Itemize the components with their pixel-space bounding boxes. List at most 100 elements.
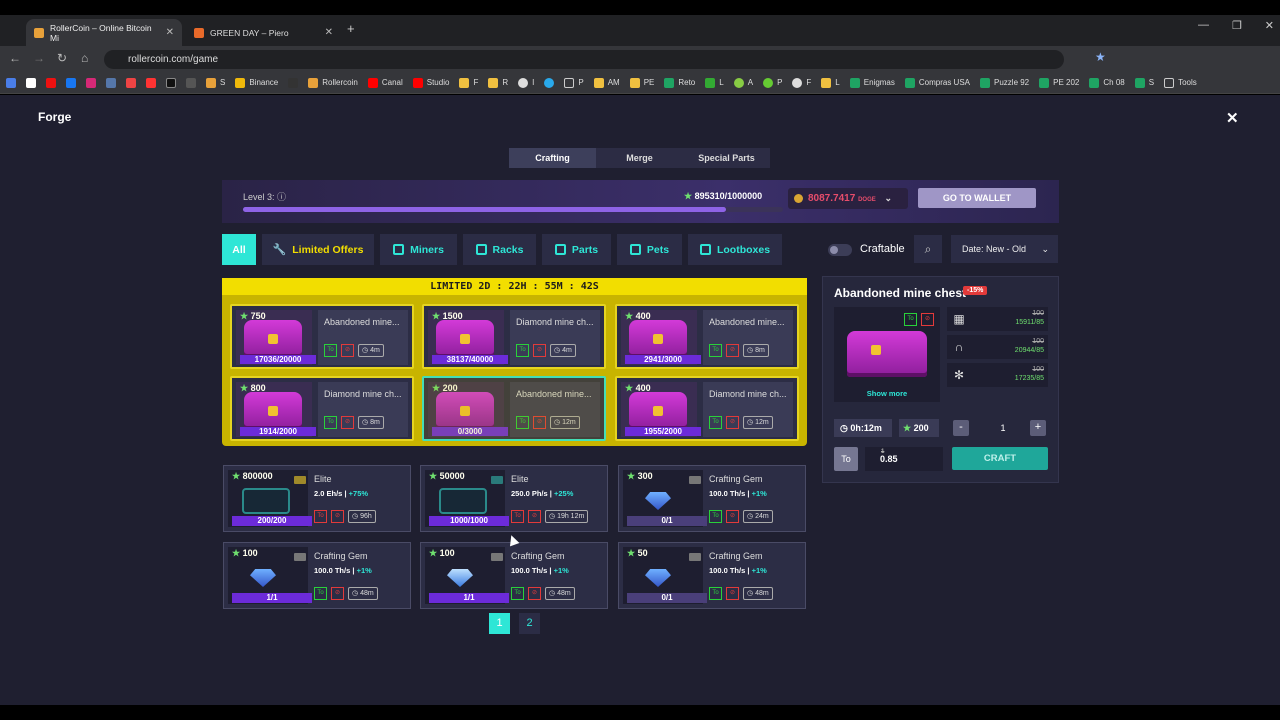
bookmark-item[interactable]: L (705, 77, 724, 88)
bookmark-item[interactable]: Enigmas (849, 77, 895, 88)
bookmark-item[interactable] (86, 77, 96, 88)
bookmark-item[interactable]: S (1134, 77, 1154, 88)
bookmark-item[interactable]: P (763, 77, 782, 88)
bookmark-item[interactable] (126, 77, 136, 88)
filter-all[interactable]: All (222, 234, 256, 265)
reload-icon[interactable]: ↻ (57, 51, 67, 65)
bookmark-item[interactable] (6, 77, 16, 88)
limited-offer-card[interactable]: ★ 400 2941/3000 Abandoned mine... To ⊘ ◷ … (615, 304, 799, 369)
rack-icon (475, 244, 487, 255)
bookmark-item[interactable]: F (792, 77, 811, 88)
forward-icon[interactable]: → (33, 51, 45, 65)
bookmark-item[interactable] (186, 77, 196, 88)
minimize-icon[interactable]: — (1198, 19, 1209, 32)
bookmark-item[interactable]: Rollercoin (308, 77, 358, 88)
bookmark-item[interactable]: I (518, 77, 534, 88)
bookmark-item[interactable]: Reto (664, 77, 695, 88)
filter-racks[interactable]: Racks (463, 234, 536, 265)
bookmark-star-icon[interactable]: ★ (1095, 50, 1106, 64)
bookmark-item[interactable]: L (821, 77, 840, 88)
craft-time-badge: ◷ 19h 12m (545, 510, 589, 523)
craftable-toggle[interactable] (828, 244, 852, 256)
close-tab-icon[interactable]: ✕ (166, 27, 174, 38)
bookmark-item[interactable]: Puzzle 92 (980, 77, 1029, 88)
craft-item-card[interactable]: ★ 50000 1000/1000 Elite 250.0 Ph/s | +25… (420, 465, 608, 532)
home-icon[interactable]: ⌂ (81, 51, 88, 65)
bookmark-item[interactable] (66, 77, 76, 88)
bookmark-item[interactable]: Ch 08 (1089, 77, 1125, 88)
quantity-minus-button[interactable]: - (953, 420, 969, 436)
bookmark-item[interactable] (146, 77, 156, 88)
grid-part-icon: ▦ (953, 312, 965, 326)
close-tab-icon[interactable]: ✕ (325, 27, 333, 38)
discount-badge: -15% (963, 286, 988, 295)
bookmark-item[interactable]: S (206, 77, 225, 88)
show-more-link[interactable]: Show more (834, 389, 940, 398)
bookmark-item[interactable]: Canal (367, 77, 403, 88)
bookmark-item[interactable]: Compras USA (904, 77, 970, 88)
craft-time-badge: ◷ 12m (550, 416, 580, 429)
filter-pets[interactable]: Pets (617, 234, 682, 265)
craft-item-card[interactable]: ★ 100 1/1 Crafting Gem 100.0 Th/s | +1% … (420, 542, 608, 609)
new-tab-button[interactable]: + (347, 21, 355, 36)
bookmark-folder[interactable]: Tools (1164, 77, 1197, 88)
limited-offer-card[interactable]: ★ 750 17036/20000 Abandoned mine... To ⊘ … (230, 304, 414, 369)
bookmark-item[interactable]: AM (593, 77, 620, 88)
bookmark-item[interactable]: PE 202 (1039, 77, 1079, 88)
go-to-wallet-button[interactable]: GO TO WALLET (918, 188, 1036, 208)
back-icon[interactable]: ← (9, 51, 21, 65)
bookmark-item[interactable] (166, 77, 176, 88)
quantity-plus-button[interactable]: + (1030, 420, 1046, 436)
page-1-button[interactable]: 1 (489, 613, 510, 634)
craft-item-card[interactable]: ★ 300 0/1 Crafting Gem 100.0 Th/s | +1% … (618, 465, 806, 532)
window-close-icon[interactable]: ✕ (1265, 19, 1274, 32)
limited-offer-card[interactable]: ★ 800 1914/2000 Diamond mine ch... To ⊘ ◷… (230, 376, 414, 441)
limited-offer-card[interactable]: ★ 200 0/3000 Abandoned mine... To ⊘ ◷ 12m (422, 376, 606, 441)
bookmark-item[interactable]: Studio (412, 77, 449, 88)
card-image: ★ 1500 38137/40000 (428, 310, 508, 365)
maximize-icon[interactable]: ❐ (1232, 19, 1242, 32)
card-stars: ★ 200 (432, 383, 458, 393)
gem-icon (645, 492, 671, 510)
craft-item-card[interactable]: ★ 800000 200/200 Elite 2.0 Eh/s | +75% T… (223, 465, 411, 532)
bookmark-item[interactable]: Binance (235, 77, 278, 88)
info-icon[interactable]: ⓘ (277, 192, 286, 202)
filter-parts[interactable]: Parts (542, 234, 611, 265)
filter-lootboxes[interactable]: Lootboxes (688, 234, 782, 265)
chest-icon (436, 320, 494, 358)
level-points: ★ 895310/1000000 (684, 191, 763, 201)
limited-offer-card[interactable]: ★ 400 1955/2000 Diamond mine ch... To ⊘ ◷… (615, 376, 799, 441)
browser-tab-green-day[interactable]: GREEN DAY – Piero ✕ (186, 19, 341, 46)
bookmark-folder[interactable]: P (564, 77, 584, 88)
filter-miners[interactable]: Miners (380, 234, 457, 265)
bookmark-item[interactable]: A (733, 77, 753, 88)
browser-tab-rollercoin[interactable]: RollerCoin – Online Bitcoin Mi ✕ (26, 19, 182, 46)
tab-crafting[interactable]: Crafting (509, 148, 596, 168)
search-icon[interactable]: ⌕ (914, 235, 942, 263)
bookmark-item[interactable]: PE (629, 77, 654, 88)
bookmark-item[interactable] (544, 77, 555, 88)
bookmark-item[interactable] (46, 77, 56, 88)
bookmark-item[interactable] (26, 77, 36, 88)
tradable-toggle-icon[interactable]: To (834, 447, 858, 471)
tab-special-parts[interactable]: Special Parts (683, 148, 770, 168)
limited-offer-card[interactable]: ★ 1500 38137/40000 Diamond mine ch... To… (422, 304, 606, 369)
craft-item-card[interactable]: ★ 100 1/1 Crafting Gem 100.0 Th/s | +1% … (223, 542, 411, 609)
url-input[interactable]: rollercoin.com/game (104, 50, 1064, 69)
balance-selector[interactable]: 8087.7417 DOGE ⌄ (788, 188, 908, 209)
item-stars: ★ 50000 (429, 471, 465, 481)
sort-select[interactable]: Date: New - Old ⌄ (951, 235, 1058, 263)
quantity-input[interactable]: 1 (973, 420, 1033, 436)
card-info: Abandoned mine... To ⊘ ◷ 8m (703, 310, 793, 365)
bookmark-item[interactable]: F (459, 77, 478, 88)
bookmark-item[interactable]: R (488, 77, 508, 88)
filter-limited-offers[interactable]: 🔧 Limited Offers (262, 234, 374, 265)
craft-button[interactable]: CRAFT (952, 447, 1048, 470)
page-2-button[interactable]: 2 (519, 613, 540, 634)
close-icon[interactable]: ✕ (1226, 109, 1239, 127)
tab-merge[interactable]: Merge (596, 148, 683, 168)
bookmarks-bar: S Binance Rollercoin Canal Studio F R I … (0, 72, 1280, 94)
craft-item-card[interactable]: ★ 50 0/1 Crafting Gem 100.0 Th/s | +1% T… (618, 542, 806, 609)
bookmark-item[interactable] (106, 77, 116, 88)
bookmark-item[interactable] (288, 77, 299, 88)
